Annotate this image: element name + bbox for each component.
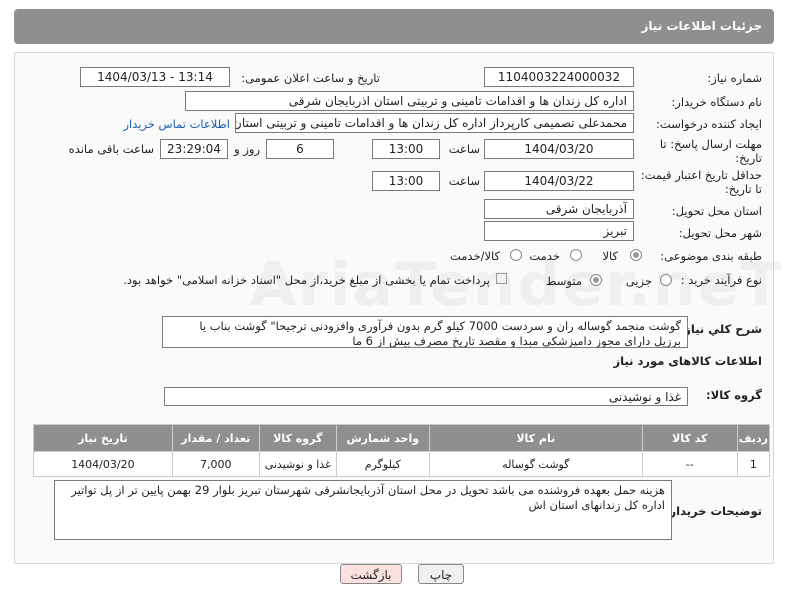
description-field: گوشت منجمد گوساله ران و سردست 7000 کیلو … [162, 316, 688, 348]
cell-row: 1 [736, 451, 771, 477]
category-label: طبقه بندی موضوعی: [660, 249, 762, 263]
print-button[interactable]: چاپ [418, 564, 464, 584]
col-qty: تعداد / مقدار [171, 424, 260, 452]
page-title: جزئیات اطلاعات نیاز [641, 19, 762, 33]
back-button[interactable]: بازگشت [340, 564, 402, 584]
table-row: 1 -- گوشت گوساله کیلوگرم غذا و نوشیدنی 7… [33, 451, 771, 477]
price-validity-time-label: ساعت [448, 174, 480, 188]
cell-group: غذا و نوشیدنی [258, 451, 337, 477]
col-group: گروه کالا [258, 424, 337, 452]
price-validity-label: حداقل تاریخ اعتبار قیمت: [640, 168, 762, 182]
reply-time-label: ساعت [448, 142, 480, 156]
requester-field: محمدعلی تصمیمی کارپرداز اداره کل زندان ه… [235, 113, 634, 133]
goods-section-title: اطلاعات کالاهای مورد نیاز [613, 354, 762, 368]
buyer-notes-label: توضیحات خریدار: [664, 504, 762, 518]
treasury-checkbox[interactable] [496, 273, 507, 284]
buyer-org-field: اداره کل زندان ها و اقدامات تامینی و ترب… [185, 91, 634, 111]
buyer-contact-link[interactable]: اطلاعات تماس خریدار [123, 117, 230, 131]
reply-date-field: 1404/03/20 [484, 139, 634, 159]
col-unit: واحد شمارش [335, 424, 430, 452]
category-radio-goods[interactable] [630, 249, 642, 261]
category-radio-goods-service[interactable] [510, 249, 522, 261]
cell-name: گوشت گوساله [428, 451, 643, 477]
col-date: تاریخ نیاز [33, 424, 173, 452]
category-option-goods-service: کالا/خدمت [449, 249, 500, 263]
goods-table: ردیف کد کالا نام کالا واحد شمارش گروه کا… [33, 424, 771, 477]
purchase-type-radio-medium[interactable] [590, 274, 602, 286]
goods-group-field: غذا و نوشیدنی [164, 387, 688, 406]
requester-label: ایجاد کننده درخواست: [656, 117, 762, 131]
category-radio-service[interactable] [570, 249, 582, 261]
goods-group-label: گروه کالا: [706, 388, 762, 402]
delivery-province-label: استان محل تحویل: [671, 204, 762, 218]
page-header: جزئیات اطلاعات نیاز [14, 9, 774, 44]
description-label: شرح کلي نياز: [679, 322, 762, 336]
price-validity-date-field: 1404/03/22 [484, 171, 634, 191]
col-code: کد کالا [641, 424, 738, 452]
buyer-notes-field: هزینه حمل بعهده فروشنده می باشد تحویل در… [54, 480, 672, 540]
reply-remaining-field: 23:29:04 [160, 139, 228, 159]
price-validity-time-field: 13:00 [372, 171, 440, 191]
reply-time-field: 13:00 [372, 139, 440, 159]
cell-unit: کیلوگرم [335, 451, 430, 477]
treasury-note: پرداخت تمام یا بخشی از مبلغ خرید،از محل … [123, 273, 490, 287]
announce-datetime-label: تاریخ و ساعت اعلان عمومی: [241, 71, 380, 85]
price-validity-label-2: تا تاریخ: [724, 182, 762, 196]
col-row: ردیف [736, 424, 771, 452]
category-option-service: خدمت [529, 249, 560, 263]
goods-table-header: ردیف کد کالا نام کالا واحد شمارش گروه کا… [33, 424, 771, 452]
reply-days-field: 6 [266, 139, 334, 159]
reply-deadline-label: مهلت ارسال پاسخ: تا [659, 137, 762, 151]
cell-code: -- [641, 451, 738, 477]
delivery-city-label: شهر محل تحویل: [678, 226, 762, 240]
need-number-field: 1104003224000032 [484, 67, 634, 87]
purchase-type-label: نوع فرآیند خرید : [680, 273, 762, 287]
purchase-type-radio-minor[interactable] [660, 274, 672, 286]
announce-datetime-field: 1404/03/13 - 13:14 [80, 67, 230, 87]
col-name: نام کالا [428, 424, 643, 452]
cell-qty: 7,000 [171, 451, 260, 477]
purchase-type-option-minor: جزیی [625, 274, 652, 288]
reply-days-label: روز و [234, 142, 260, 156]
category-option-goods: کالا [602, 249, 618, 263]
reply-deadline-label-2: تاریخ: [735, 151, 762, 165]
delivery-city-field: تبریز [484, 221, 634, 241]
remaining-label: ساعت باقی مانده [68, 142, 154, 156]
purchase-type-option-medium: متوسط [545, 274, 582, 288]
need-number-label: شماره نیاز: [707, 71, 762, 85]
delivery-province-field: آذربایجان شرقی [484, 199, 634, 219]
cell-date: 1404/03/20 [33, 451, 173, 477]
buyer-org-label: نام دستگاه خریدار: [671, 95, 762, 109]
